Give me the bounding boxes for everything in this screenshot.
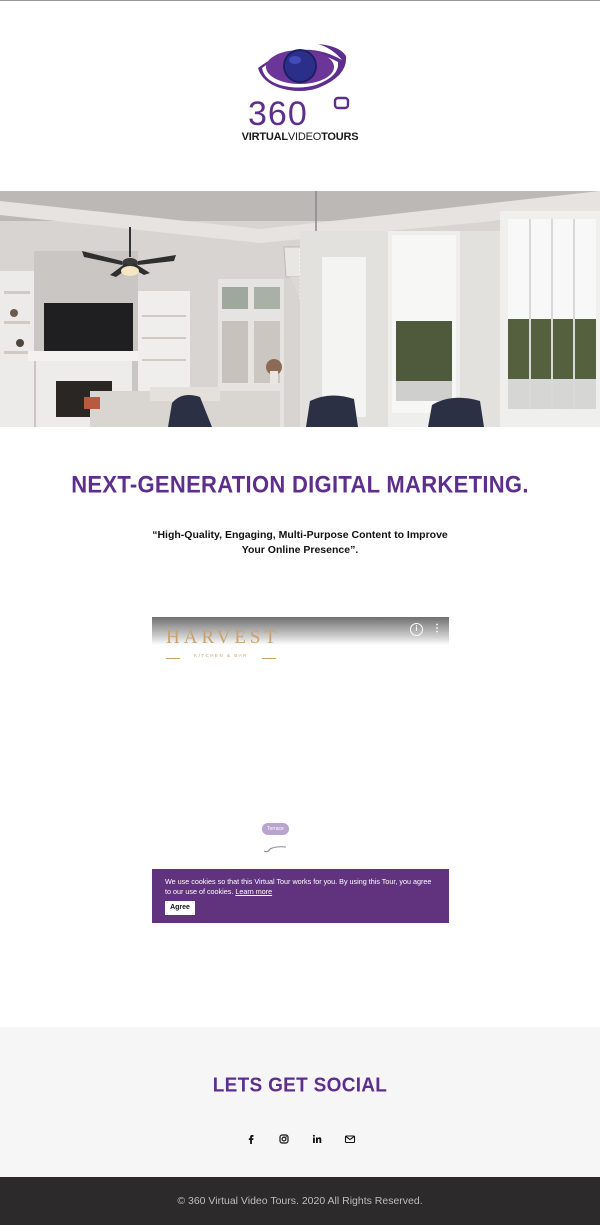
brand-line-right xyxy=(262,658,276,659)
brand-line-left xyxy=(166,658,180,659)
social-icons-row xyxy=(0,1133,600,1145)
site-footer: © 360 Virtual Video Tours. 2020 All Righ… xyxy=(0,1177,600,1225)
tagline-quote: “High-Quality, Engaging, Multi-Purpose C… xyxy=(152,529,448,556)
page: 360 VIRTUALVIDEOTOURS NEXT-GENERATION DI… xyxy=(0,0,600,1225)
logo-word-video: VIDEO xyxy=(287,131,322,143)
more-vertical-icon[interactable]: ⋮ xyxy=(432,622,442,636)
living-room-photo xyxy=(0,191,600,427)
cookie-banner: We use cookies so that this Virtual Tour… xyxy=(152,869,449,923)
top-divider xyxy=(0,0,600,1)
copyright-text: © 360 Virtual Video Tours. 2020 All Righ… xyxy=(177,1195,423,1207)
swipe-hand-icon xyxy=(263,846,287,853)
logo-word-tours: TOURS xyxy=(321,131,359,143)
cookie-message: We use cookies so that this Virtual Tour… xyxy=(165,877,436,897)
agree-button[interactable]: Agree xyxy=(165,901,195,915)
info-icon[interactable]: i xyxy=(410,623,423,636)
tour-hotspot-label[interactable]: Terrace xyxy=(262,823,289,835)
social-section: LETS GET SOCIAL xyxy=(0,1027,600,1177)
logo-wordmark: VIRTUALVIDEOTOURS xyxy=(240,131,360,143)
harvest-brand-subtitle: KITCHEN & BAR xyxy=(193,653,248,658)
cookie-text: We use cookies so that this Virtual Tour… xyxy=(165,877,432,896)
learn-more-link[interactable]: Learn more xyxy=(235,887,272,896)
eye-logo-icon: 360 xyxy=(248,44,350,133)
email-icon[interactable] xyxy=(344,1133,356,1145)
linkedin-icon[interactable] xyxy=(311,1133,323,1145)
page-headline: NEXT-GENERATION DIGITAL MARKETING. xyxy=(71,470,529,498)
hero-image xyxy=(0,191,600,427)
social-title: LETS GET SOCIAL xyxy=(212,1074,388,1097)
virtual-tour-embed[interactable]: HARVEST KITCHEN & BAR i ⋮ Terrace We use… xyxy=(152,617,449,923)
instagram-icon[interactable] xyxy=(278,1133,290,1145)
svg-text:360: 360 xyxy=(248,95,308,130)
harvest-brand-logo: HARVEST xyxy=(166,627,281,648)
site-logo[interactable]: 360 VIRTUALVIDEOTOURS xyxy=(240,38,360,148)
facebook-icon[interactable] xyxy=(245,1133,257,1145)
logo-word-virtual: VIRTUAL xyxy=(241,131,288,143)
